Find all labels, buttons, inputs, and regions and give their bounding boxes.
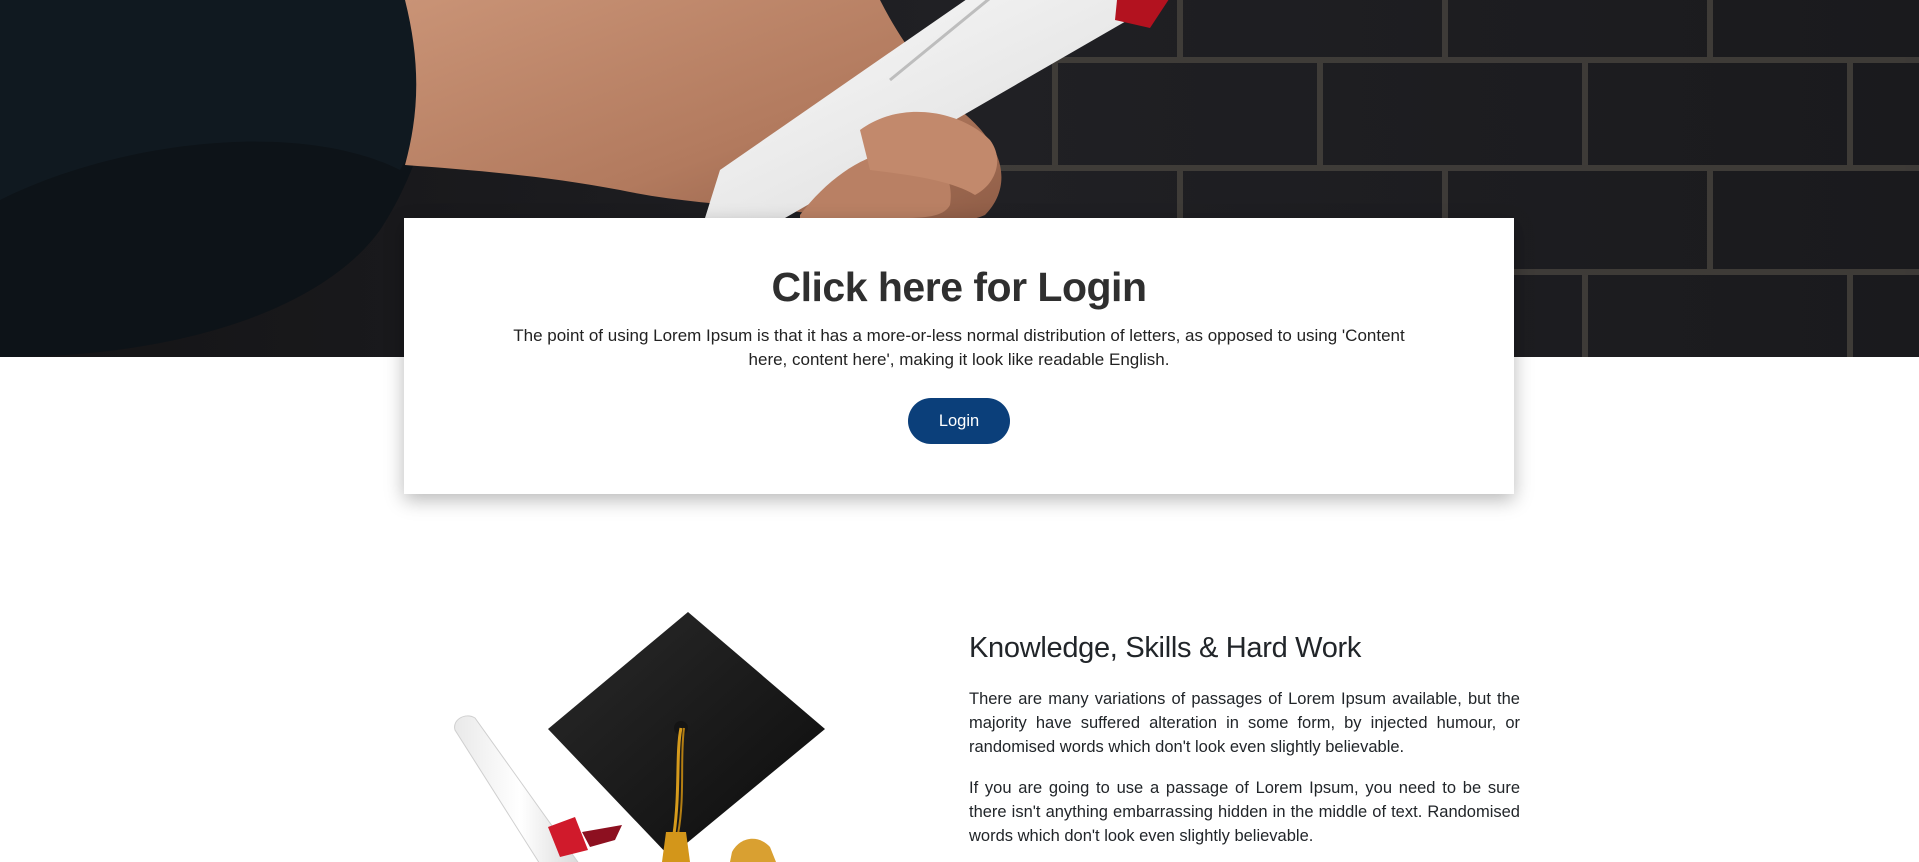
login-card: Click here for Login The point of using … (404, 218, 1514, 494)
graduation-cap-image (440, 612, 860, 862)
graduation-cap-icon (454, 612, 825, 862)
login-title: Click here for Login (771, 264, 1148, 310)
login-description: The point of using Lorem Ipsum is that i… (513, 326, 1405, 369)
login-button[interactable]: Login (908, 398, 1010, 444)
section-title: Knowledge, Skills & Hard Work (969, 632, 1362, 664)
about-paragraph-1: There are many variations of passages of… (969, 690, 1520, 756)
about-paragraph-2: If you are going to use a passage of Lor… (969, 779, 1520, 845)
